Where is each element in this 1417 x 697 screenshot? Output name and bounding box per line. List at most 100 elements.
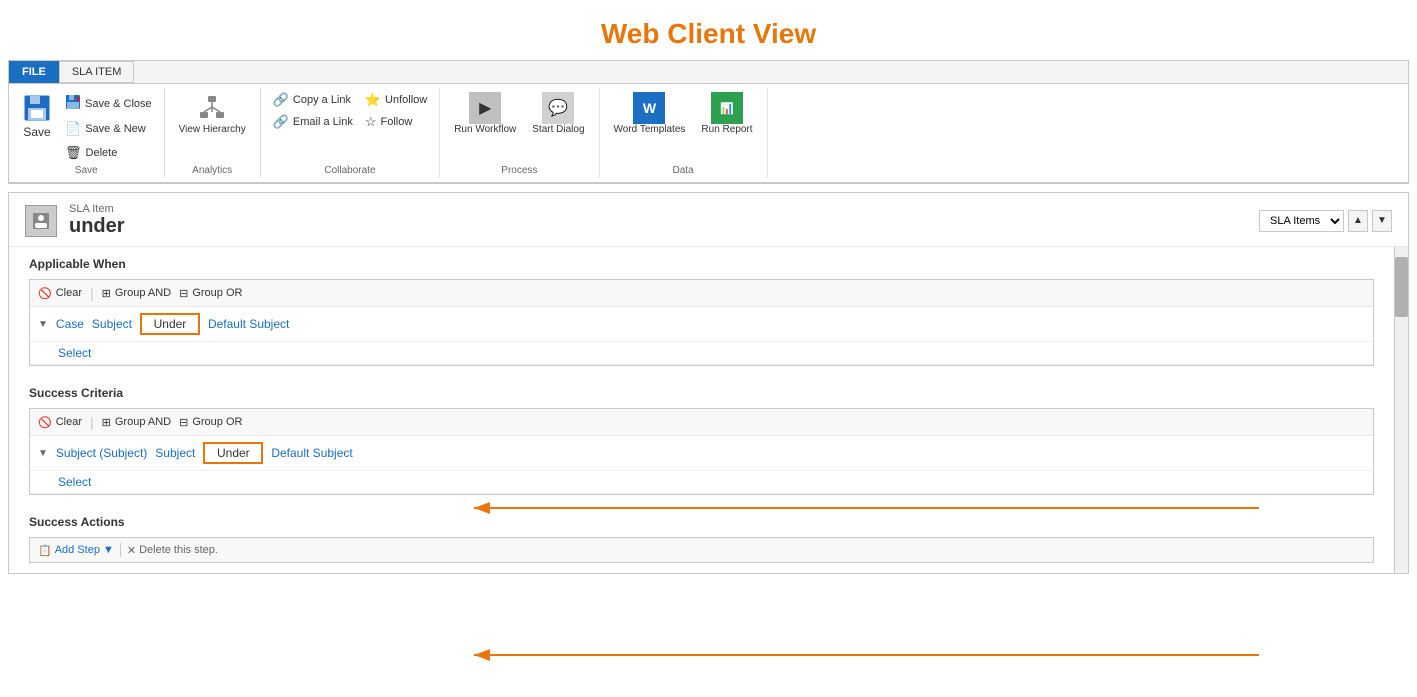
toolbar-separator-1: | bbox=[90, 285, 94, 301]
applicable-when-select-row: Select bbox=[30, 342, 1373, 365]
save-side-buttons: Save & Close 📄 Save & New 🗑 Delete bbox=[61, 90, 156, 163]
form-body: Applicable When 🚫 Clear | ⊞ Group AND ⊟ bbox=[9, 247, 1408, 573]
add-step-icon: 📋 bbox=[38, 544, 52, 557]
add-step-label: Add Step bbox=[55, 544, 100, 556]
run-workflow-icon: ▶ bbox=[469, 92, 501, 124]
delete-step-button[interactable]: ✕ Delete this step. bbox=[127, 544, 218, 557]
record-nav: SLA Items ▲ ▼ bbox=[1259, 210, 1392, 232]
applicable-when-group-and-label: Group AND bbox=[115, 287, 171, 299]
record-type: SLA Item bbox=[69, 203, 125, 215]
view-hierarchy-label: View Hierarchy bbox=[179, 124, 246, 135]
applicable-when-field[interactable]: Subject bbox=[92, 317, 132, 331]
copy-link-icon: 🔗 bbox=[273, 92, 289, 108]
group-and-icon-1: ⊞ bbox=[102, 287, 111, 300]
delete-icon: 🗑 bbox=[65, 145, 82, 161]
applicable-when-group-and-button[interactable]: ⊞ Group AND bbox=[102, 287, 171, 300]
applicable-when-group-or-button[interactable]: ⊟ Group OR bbox=[179, 287, 242, 300]
collaborate-follow-group: ⭐ Unfollow ☆ Follow bbox=[361, 90, 431, 132]
record-name: under bbox=[69, 215, 125, 238]
nav-select[interactable]: SLA Items bbox=[1259, 210, 1344, 232]
run-workflow-button[interactable]: ▶ Run Workflow bbox=[448, 90, 522, 137]
applicable-when-entity[interactable]: Case bbox=[56, 317, 84, 331]
applicable-when-toolbar: 🚫 Clear | ⊞ Group AND ⊟ Group OR bbox=[30, 280, 1373, 307]
save-icon bbox=[23, 94, 51, 125]
success-criteria-chevron[interactable]: ▼ bbox=[38, 448, 48, 459]
success-criteria-field[interactable]: Subject bbox=[155, 446, 195, 460]
scrollbar-track[interactable] bbox=[1394, 247, 1408, 573]
success-criteria-group-or-button[interactable]: ⊟ Group OR bbox=[179, 416, 242, 429]
page-title: Web Client View bbox=[0, 0, 1417, 60]
ribbon-group-collaborate: 🔗 Copy a Link 🔗 Email a Link ⭐ Unfollow … bbox=[261, 88, 440, 178]
delete-button[interactable]: 🗑 Delete bbox=[61, 143, 156, 163]
applicable-when-operator[interactable]: Under bbox=[140, 313, 200, 335]
start-dialog-icon: 💬 bbox=[542, 92, 574, 124]
success-criteria-select[interactable]: Select bbox=[58, 475, 91, 489]
data-group-buttons: W Word Templates 📊 Run Report bbox=[608, 90, 759, 163]
record-header-left: SLA Item under bbox=[25, 203, 125, 238]
record-icon bbox=[25, 205, 57, 237]
success-criteria-value[interactable]: Default Subject bbox=[271, 446, 352, 460]
ribbon-group-data: W Word Templates 📊 Run Report Data bbox=[600, 88, 768, 178]
run-workflow-label: Run Workflow bbox=[454, 124, 516, 135]
email-link-label: Email a Link bbox=[293, 116, 353, 128]
ribbon-group-analytics: View Hierarchy Analytics bbox=[165, 88, 261, 178]
collaborate-small-group: 🔗 Copy a Link 🔗 Email a Link bbox=[269, 90, 357, 132]
email-link-button[interactable]: 🔗 Email a Link bbox=[269, 112, 357, 132]
start-dialog-button[interactable]: 💬 Start Dialog bbox=[526, 90, 590, 137]
save-group-buttons: Save Save & Close bbox=[17, 90, 156, 163]
clear-icon-1: 🚫 bbox=[38, 287, 52, 300]
actions-toolbar-separator bbox=[120, 543, 121, 557]
save-label: Save bbox=[23, 125, 50, 139]
applicable-when-select[interactable]: Select bbox=[58, 346, 91, 360]
tab-file[interactable]: FILE bbox=[9, 61, 59, 83]
success-criteria-group-and-button[interactable]: ⊞ Group AND bbox=[102, 416, 171, 429]
success-criteria-operator[interactable]: Under bbox=[203, 442, 263, 464]
success-criteria-clear-button[interactable]: 🚫 Clear bbox=[38, 416, 82, 429]
applicable-when-clear-label: Clear bbox=[56, 287, 82, 299]
run-report-button[interactable]: 📊 Run Report bbox=[695, 90, 758, 137]
applicable-when-chevron[interactable]: ▼ bbox=[38, 319, 48, 330]
group-or-icon-2: ⊟ bbox=[179, 416, 188, 429]
follow-button[interactable]: ☆ Follow bbox=[361, 112, 431, 132]
success-criteria-group-or-label: Group OR bbox=[192, 416, 242, 428]
success-criteria-title: Success Criteria bbox=[29, 386, 1374, 400]
follow-icon: ☆ bbox=[365, 114, 377, 130]
add-step-button[interactable]: 📋 Add Step ▼ bbox=[38, 544, 114, 557]
success-actions-title: Success Actions bbox=[29, 515, 1374, 529]
analytics-group-label: Analytics bbox=[192, 165, 232, 176]
hierarchy-icon bbox=[196, 92, 228, 124]
email-link-icon: 🔗 bbox=[273, 114, 289, 130]
unfollow-icon: ⭐ bbox=[365, 92, 381, 108]
tab-sla-item[interactable]: SLA ITEM bbox=[59, 61, 135, 83]
start-dialog-label: Start Dialog bbox=[532, 124, 584, 135]
collaborate-group-buttons: 🔗 Copy a Link 🔗 Email a Link ⭐ Unfollow … bbox=[269, 90, 431, 163]
record-header: SLA Item under SLA Items ▲ ▼ bbox=[9, 193, 1408, 247]
save-button[interactable]: Save bbox=[17, 90, 57, 143]
save-close-button[interactable]: Save & Close bbox=[61, 92, 156, 115]
save-new-button[interactable]: 📄 Save & New bbox=[61, 119, 156, 139]
save-close-label: Save & Close bbox=[85, 98, 152, 110]
main-content: SLA Item under SLA Items ▲ ▼ Applicable … bbox=[8, 192, 1409, 574]
nav-up-button[interactable]: ▲ bbox=[1348, 210, 1368, 232]
ribbon: FILE SLA ITEM Save bbox=[8, 60, 1409, 184]
word-templates-button[interactable]: W Word Templates bbox=[608, 90, 692, 137]
run-report-icon: 📊 bbox=[711, 92, 743, 124]
ribbon-tabs: FILE SLA ITEM bbox=[9, 61, 1408, 84]
data-group-label: Data bbox=[672, 165, 693, 176]
word-templates-label: Word Templates bbox=[614, 124, 686, 135]
applicable-when-group-or-label: Group OR bbox=[192, 287, 242, 299]
collaborate-group-label: Collaborate bbox=[324, 165, 375, 176]
copy-link-button[interactable]: 🔗 Copy a Link bbox=[269, 90, 357, 110]
applicable-when-value[interactable]: Default Subject bbox=[208, 317, 289, 331]
view-hierarchy-button[interactable]: View Hierarchy bbox=[173, 90, 252, 137]
success-criteria-entity[interactable]: Subject (Subject) bbox=[56, 446, 147, 460]
group-or-icon-1: ⊟ bbox=[179, 287, 188, 300]
process-group-label: Process bbox=[501, 165, 537, 176]
success-actions-toolbar: 📋 Add Step ▼ ✕ Delete this step. bbox=[29, 537, 1374, 563]
nav-down-button[interactable]: ▼ bbox=[1372, 210, 1392, 232]
applicable-when-clear-button[interactable]: 🚫 Clear bbox=[38, 287, 82, 300]
run-report-label: Run Report bbox=[701, 124, 752, 135]
applicable-when-box: 🚫 Clear | ⊞ Group AND ⊟ Group OR ▼ bbox=[29, 279, 1374, 366]
analytics-group-buttons: View Hierarchy bbox=[173, 90, 252, 163]
unfollow-button[interactable]: ⭐ Unfollow bbox=[361, 90, 431, 110]
